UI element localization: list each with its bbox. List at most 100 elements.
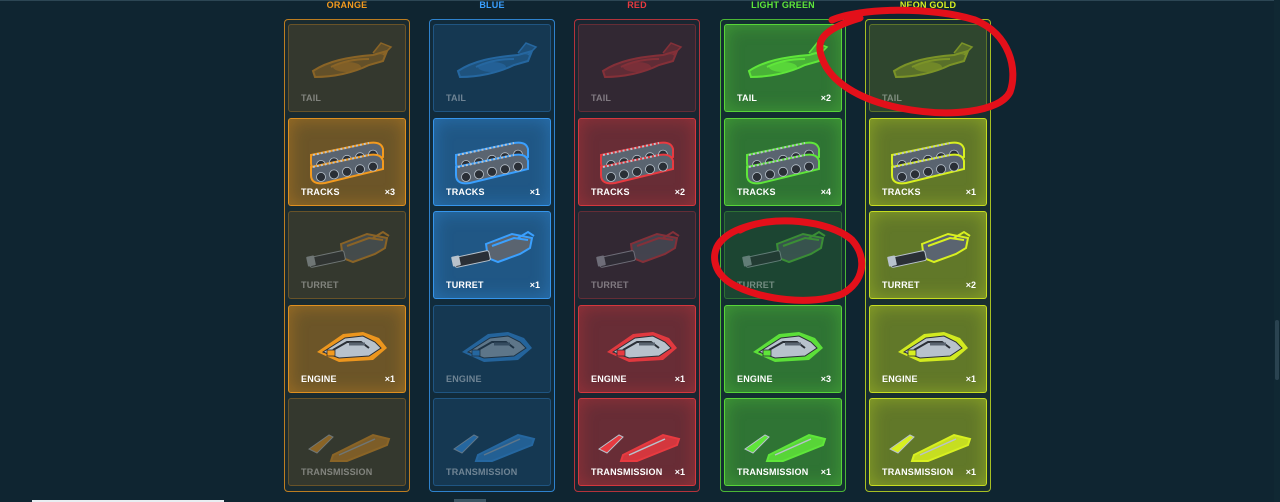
paint-column-red: TAIL TRACKS ×2 TURRET ENGINE ×1 TRANSMISSIO… bbox=[574, 19, 700, 492]
column-title: NEON GOLD bbox=[899, 0, 957, 10]
tracks-part-icon bbox=[310, 141, 384, 185]
part-card-tail[interactable]: TAIL bbox=[869, 24, 987, 112]
part-quantity: ×1 bbox=[384, 374, 395, 384]
part-card-engine[interactable]: ENGINE ×1 bbox=[869, 305, 987, 393]
transmission-part-icon bbox=[598, 433, 681, 462]
part-quantity: ×2 bbox=[674, 187, 685, 197]
column-title: BLUE bbox=[479, 0, 505, 10]
part-label: ENGINE bbox=[301, 374, 337, 384]
tail-part-icon bbox=[311, 42, 393, 79]
part-label: TAIL bbox=[301, 93, 322, 103]
part-label: TRACKS bbox=[446, 187, 485, 197]
part-label: TAIL bbox=[737, 93, 758, 103]
part-card-transmission[interactable]: TRANSMISSION bbox=[433, 398, 551, 486]
engine-part-icon bbox=[607, 332, 677, 362]
part-card-engine[interactable]: ENGINE ×1 bbox=[578, 305, 696, 393]
tracks-part-icon bbox=[891, 141, 965, 185]
part-card-transmission[interactable]: TRANSMISSION bbox=[288, 398, 406, 486]
part-label: ENGINE bbox=[591, 374, 627, 384]
tracks-part-icon bbox=[455, 141, 529, 185]
part-label: TURRET bbox=[446, 280, 484, 290]
part-quantity: ×1 bbox=[529, 280, 540, 290]
paint-column-blue: TAIL TRACKS ×1 TURRET ×1 ENGINE TRANSMISSIO… bbox=[429, 19, 555, 492]
part-card-engine[interactable]: ENGINE bbox=[433, 305, 551, 393]
part-quantity: ×3 bbox=[384, 187, 395, 197]
paint-column-orange: TAIL TRACKS ×3 TURRET ENGINE ×1 TRANSMISSIO… bbox=[284, 19, 410, 492]
column-title: RED bbox=[627, 0, 647, 10]
part-quantity: ×4 bbox=[820, 187, 831, 197]
part-card-turret[interactable]: TURRET bbox=[578, 211, 696, 299]
part-card-tracks[interactable]: TRACKS ×1 bbox=[869, 118, 987, 206]
part-label: TRANSMISSION bbox=[591, 467, 663, 477]
part-card-transmission[interactable]: TRANSMISSION ×1 bbox=[869, 398, 987, 486]
part-label: TRACKS bbox=[882, 187, 921, 197]
turret-part-icon bbox=[306, 230, 390, 268]
part-card-tracks[interactable]: TRACKS ×4 bbox=[724, 118, 842, 206]
part-card-turret[interactable]: TURRET ×2 bbox=[869, 211, 987, 299]
part-label: TAIL bbox=[591, 93, 612, 103]
engine-part-icon bbox=[462, 332, 532, 362]
part-label: TAIL bbox=[446, 93, 467, 103]
part-label: TURRET bbox=[882, 280, 920, 290]
transmission-part-icon bbox=[453, 433, 536, 462]
part-quantity: ×1 bbox=[674, 467, 685, 477]
part-quantity: ×1 bbox=[965, 467, 976, 477]
part-card-turret[interactable]: TURRET ×1 bbox=[433, 211, 551, 299]
part-label: TURRET bbox=[737, 280, 775, 290]
paint-column-light-green: TAIL ×2 TRACKS ×4 TURRET ENGINE ×3 TRANSMISS… bbox=[720, 19, 846, 492]
part-card-tracks[interactable]: TRACKS ×1 bbox=[433, 118, 551, 206]
part-label: TRANSMISSION bbox=[301, 467, 373, 477]
scrollbar-thumb[interactable] bbox=[1275, 320, 1279, 380]
part-label: TRANSMISSION bbox=[446, 467, 518, 477]
part-card-engine[interactable]: ENGINE ×1 bbox=[288, 305, 406, 393]
scrollbar[interactable] bbox=[1274, 0, 1280, 502]
part-card-tail[interactable]: TAIL bbox=[578, 24, 696, 112]
part-quantity: ×1 bbox=[820, 467, 831, 477]
part-label: ENGINE bbox=[882, 374, 918, 384]
tail-part-icon bbox=[747, 42, 829, 79]
part-label: ENGINE bbox=[446, 374, 482, 384]
engine-part-icon bbox=[753, 332, 823, 362]
part-card-turret[interactable]: TURRET bbox=[288, 211, 406, 299]
transmission-part-icon bbox=[308, 433, 391, 462]
turret-part-icon bbox=[742, 230, 826, 268]
turret-part-icon bbox=[451, 230, 535, 268]
part-quantity: ×1 bbox=[965, 187, 976, 197]
part-quantity: ×3 bbox=[820, 374, 831, 384]
part-label: ENGINE bbox=[737, 374, 773, 384]
turret-part-icon bbox=[887, 230, 971, 268]
part-label: TURRET bbox=[591, 280, 629, 290]
engine-part-icon bbox=[898, 332, 968, 362]
part-quantity: ×2 bbox=[820, 93, 831, 103]
tail-part-icon bbox=[892, 42, 974, 79]
part-card-transmission[interactable]: TRANSMISSION ×1 bbox=[578, 398, 696, 486]
part-card-tail[interactable]: TAIL bbox=[288, 24, 406, 112]
part-label: TRACKS bbox=[301, 187, 340, 197]
part-card-tracks[interactable]: TRACKS ×3 bbox=[288, 118, 406, 206]
tracks-part-icon bbox=[746, 141, 820, 185]
part-label: TRANSMISSION bbox=[737, 467, 809, 477]
part-label: TURRET bbox=[301, 280, 339, 290]
column-title: LIGHT GREEN bbox=[751, 0, 815, 10]
part-card-tail[interactable]: TAIL ×2 bbox=[724, 24, 842, 112]
part-label: TRANSMISSION bbox=[882, 467, 954, 477]
part-card-transmission[interactable]: TRANSMISSION ×1 bbox=[724, 398, 842, 486]
transmission-part-icon bbox=[889, 433, 972, 462]
turret-part-icon bbox=[596, 230, 680, 268]
paint-column-neon-gold: TAIL TRACKS ×1 TURRET ×2 ENGINE ×1 TRANSMISS… bbox=[865, 19, 991, 492]
part-label: TAIL bbox=[882, 93, 903, 103]
part-quantity: ×1 bbox=[529, 187, 540, 197]
part-card-turret[interactable]: TURRET bbox=[724, 211, 842, 299]
tracks-part-icon bbox=[600, 141, 674, 185]
part-quantity: ×1 bbox=[674, 374, 685, 384]
part-card-engine[interactable]: ENGINE ×3 bbox=[724, 305, 842, 393]
tail-part-icon bbox=[456, 42, 538, 79]
part-card-tracks[interactable]: TRACKS ×2 bbox=[578, 118, 696, 206]
part-card-tail[interactable]: TAIL bbox=[433, 24, 551, 112]
part-quantity: ×2 bbox=[965, 280, 976, 290]
transmission-part-icon bbox=[744, 433, 827, 462]
engine-part-icon bbox=[317, 332, 387, 362]
column-title: ORANGE bbox=[326, 0, 368, 10]
part-label: TRACKS bbox=[737, 187, 776, 197]
part-label: TRACKS bbox=[591, 187, 630, 197]
